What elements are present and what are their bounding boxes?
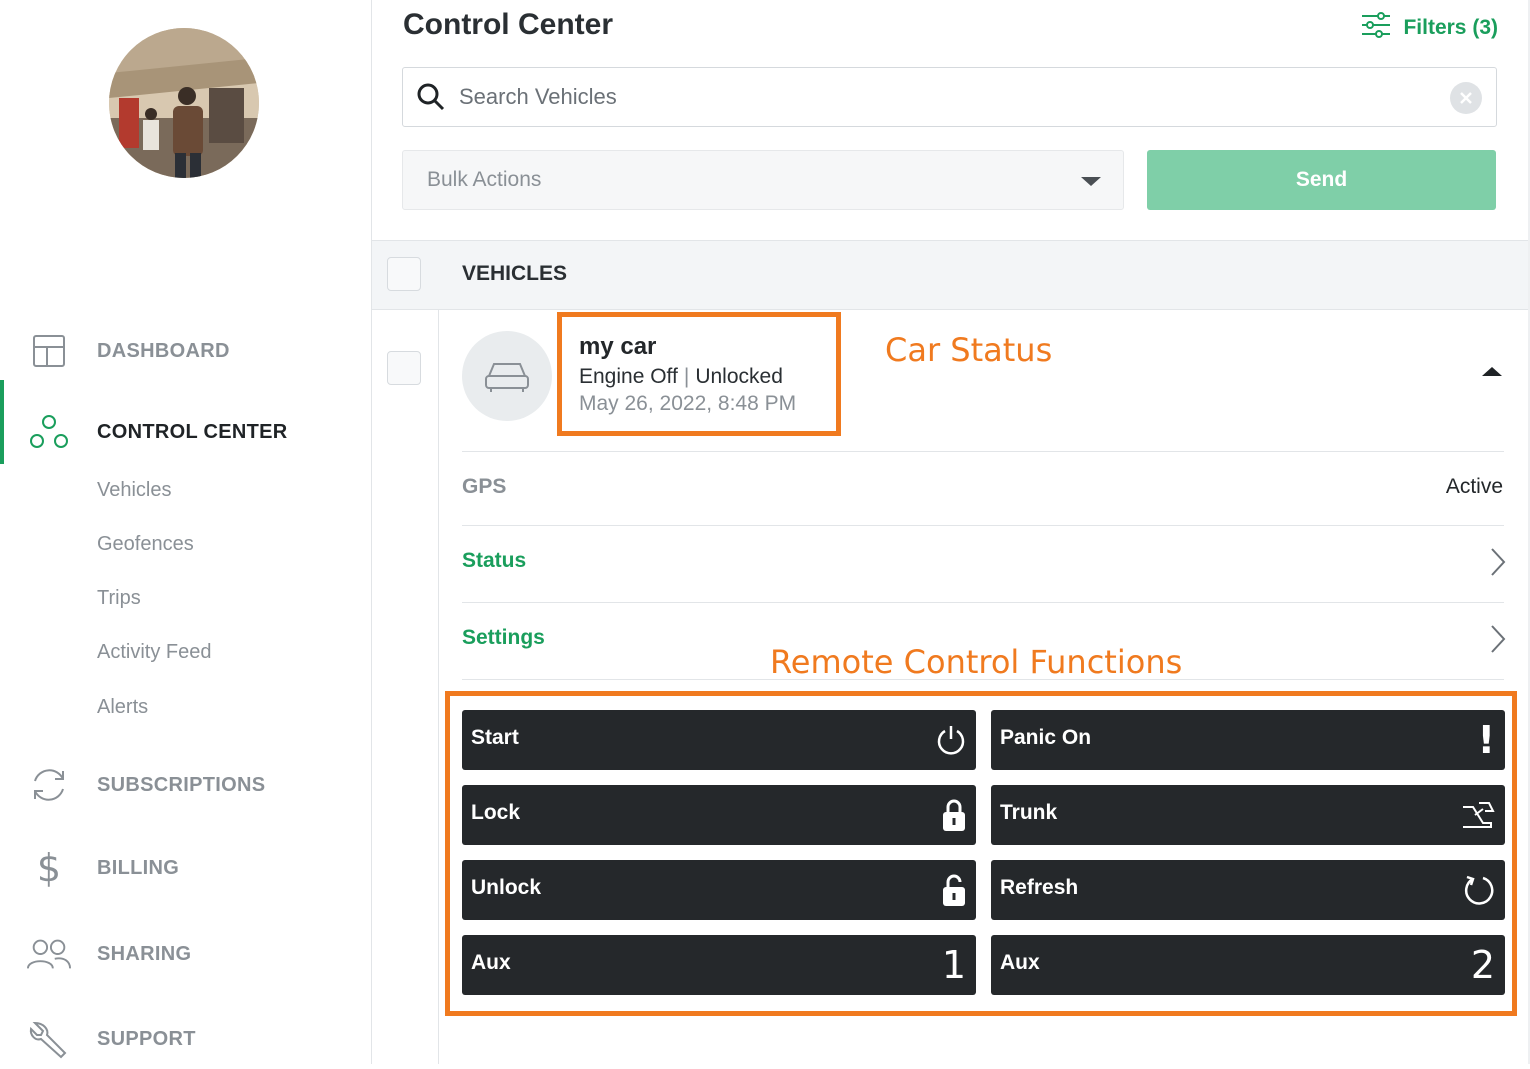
filters-icon	[1361, 12, 1391, 44]
users-icon	[26, 931, 72, 977]
nav-subscriptions[interactable]: SUBSCRIPTIONS	[0, 755, 371, 815]
car-icon	[462, 331, 552, 421]
nav-billing-label: BILLING	[97, 856, 180, 879]
subnav-geofences[interactable]: Geofences	[97, 533, 194, 556]
nav-control-center-label: CONTROL CENTER	[97, 420, 288, 443]
panic-label: Panic On	[1000, 726, 1092, 749]
trunk-label: Trunk	[1000, 801, 1058, 824]
main-panel: Control Center Filters (3) Bulk Actions …	[372, 0, 1530, 1064]
aux-1-label: Aux	[471, 951, 511, 974]
chevron-right-icon	[1490, 547, 1506, 582]
subnav-trips[interactable]: Trips	[97, 587, 141, 610]
subnav-activity-feed[interactable]: Activity Feed	[97, 641, 211, 664]
aux-2-button[interactable]: Aux 2	[991, 935, 1505, 995]
nav-dashboard-label: DASHBOARD	[97, 339, 230, 362]
filters-button[interactable]: Filters (3)	[1361, 12, 1498, 44]
chevron-down-icon	[1081, 177, 1101, 186]
subnav-vehicles[interactable]: Vehicles	[97, 479, 172, 502]
nav-support-label: SUPPORT	[97, 1027, 196, 1050]
sidebar: DASHBOARD CONTROL CENTER Vehicles Geofen…	[0, 0, 372, 1064]
bulk-actions-select[interactable]: Bulk Actions	[402, 150, 1124, 210]
aux-1-number-text: 1	[941, 943, 966, 987]
start-button[interactable]: Start	[462, 710, 976, 770]
nav-subscriptions-label: SUBSCRIPTIONS	[97, 773, 266, 796]
nav-dashboard[interactable]: DASHBOARD	[0, 321, 371, 381]
status-label: Status	[462, 549, 527, 572]
aux-1-button[interactable]: Aux 1	[462, 935, 976, 995]
dashboard-icon	[26, 328, 72, 374]
trunk-button[interactable]: Trunk	[991, 785, 1505, 845]
nav-control-center[interactable]: CONTROL CENTER	[0, 380, 371, 464]
nav-sharing[interactable]: SHARING	[0, 924, 371, 984]
aux-2-number: 2	[1470, 943, 1495, 987]
unlock-icon	[942, 872, 966, 908]
chevron-up-icon[interactable]	[1482, 367, 1502, 376]
status-row[interactable]: Status	[462, 533, 1506, 593]
refresh-label: Refresh	[1000, 876, 1079, 899]
exclamation-icon: !	[1477, 718, 1495, 762]
lock-icon	[942, 797, 966, 833]
search-input[interactable]	[457, 78, 1421, 116]
divider	[462, 602, 1504, 603]
nav-support[interactable]: SUPPORT	[0, 1009, 371, 1069]
vehicles-column-header: VEHICLES	[462, 262, 568, 285]
panic-on-button[interactable]: Panic On !	[991, 710, 1505, 770]
divider	[462, 525, 1504, 526]
settings-label: Settings	[462, 626, 545, 649]
nav-billing[interactable]: $ BILLING	[0, 838, 371, 898]
car-status-highlight	[557, 312, 841, 436]
wrench-icon	[26, 1016, 72, 1062]
page-title: Control Center	[403, 8, 613, 41]
column-divider	[438, 240, 439, 1064]
select-all-checkbox[interactable]	[387, 257, 421, 291]
search-icon	[415, 81, 447, 118]
subnav-alerts[interactable]: Alerts	[97, 696, 148, 719]
gps-value: Active	[1445, 475, 1503, 498]
table-header: VEHICLES	[372, 240, 1530, 310]
aux-2-number-text: 2	[1470, 943, 1495, 987]
bulk-actions-label: Bulk Actions	[427, 168, 542, 191]
avatar[interactable]	[109, 28, 259, 178]
start-label: Start	[471, 726, 519, 749]
clear-search-icon[interactable]	[1450, 82, 1482, 114]
remote-functions-annotation: Remote Control Functions	[770, 643, 1183, 681]
lock-button[interactable]: Lock	[462, 785, 976, 845]
aux-2-label: Aux	[1000, 951, 1040, 974]
dollar-icon: $	[36, 846, 62, 890]
gps-label: GPS	[462, 475, 507, 498]
refresh-icon	[1463, 872, 1495, 908]
send-button[interactable]: Send	[1147, 150, 1496, 210]
filters-label: Filters (3)	[1403, 16, 1498, 39]
unlock-button[interactable]: Unlock	[462, 860, 976, 920]
power-icon	[936, 722, 966, 758]
vehicle-row-checkbox[interactable]	[387, 351, 421, 385]
unlock-label: Unlock	[471, 876, 542, 899]
control-center-icon	[26, 409, 72, 455]
lock-label: Lock	[471, 801, 521, 824]
chevron-right-icon	[1490, 624, 1506, 659]
subscriptions-icon	[26, 762, 72, 808]
divider	[462, 451, 1504, 452]
refresh-button[interactable]: Refresh	[991, 860, 1505, 920]
trunk-icon	[1461, 797, 1495, 833]
car-status-annotation: Car Status	[885, 331, 1053, 369]
aux-1-number: 1	[941, 943, 966, 987]
search-box	[402, 67, 1497, 127]
nav-sharing-label: SHARING	[97, 942, 192, 965]
